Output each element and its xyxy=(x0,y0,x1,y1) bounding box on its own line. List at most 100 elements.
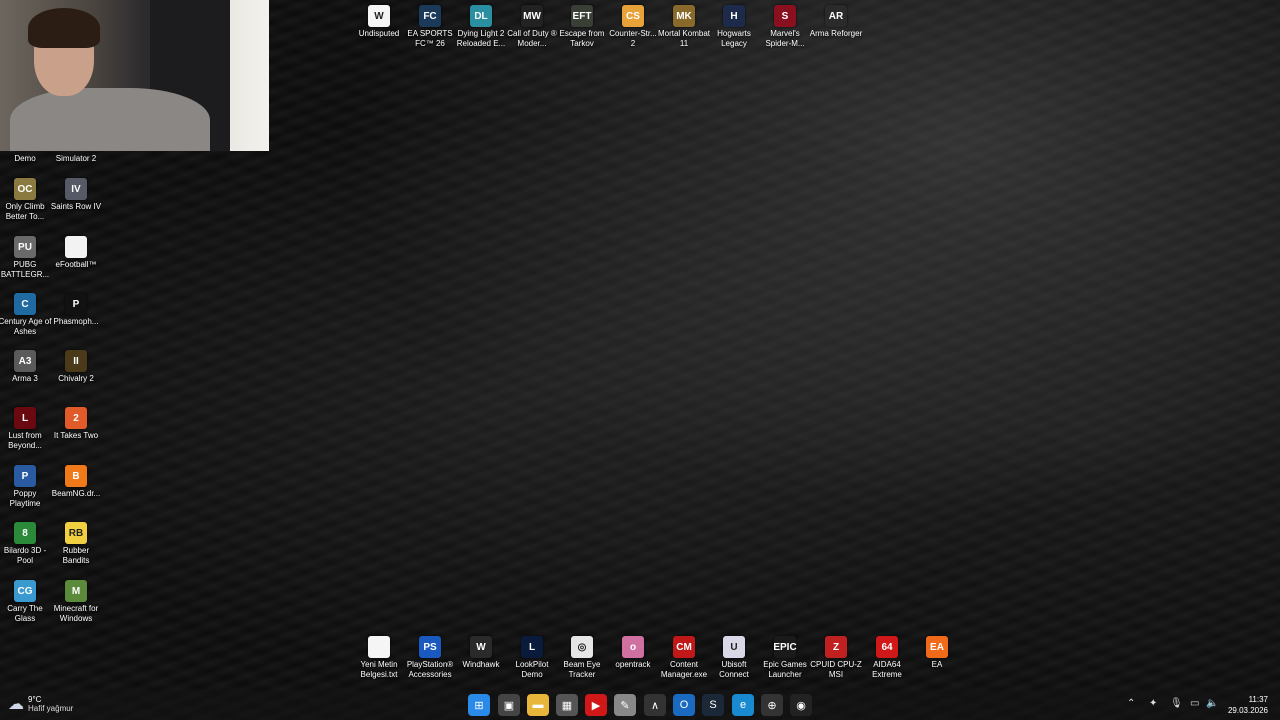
desktop-shortcut[interactable]: S Marvel's Spider-M... xyxy=(759,5,811,49)
steam-icon[interactable]: S xyxy=(702,694,724,716)
desktop-shortcut-label: Only Climb Better To... xyxy=(5,202,45,221)
desktop-shortcut-label: Simulator 2 xyxy=(55,154,97,163)
desktop-shortcut[interactable]: OC Only Climb Better To... xyxy=(0,178,51,222)
desktop-shortcut-label: EA xyxy=(931,660,943,669)
spider-man-icon: S xyxy=(774,5,796,27)
desktop-shortcut[interactable]: ◎ Beam Eye Tracker xyxy=(556,636,608,680)
desktop-shortcut[interactable]: P Phasmoph... xyxy=(50,293,102,327)
desktop-shortcut[interactable]: DL Dying Light 2 Reloaded E... xyxy=(455,5,507,49)
store-icon[interactable]: ▦ xyxy=(556,694,578,716)
ea-icon: EA xyxy=(926,636,948,658)
desktop-shortcut[interactable]: L LookPilot Demo xyxy=(506,636,558,680)
desktop-shortcut[interactable]: C Century Age of Ashes xyxy=(0,293,51,337)
webcam-overlay xyxy=(0,0,269,151)
desktop-shortcut[interactable]: 64 AIDA64 Extreme xyxy=(861,636,913,680)
clock-date: 29.03.2026 xyxy=(1227,706,1268,715)
desktop-shortcut-label: Chivalry 2 xyxy=(58,374,94,383)
edge-icon[interactable]: e xyxy=(732,694,754,716)
desktop-shortcut[interactable]: U Ubisoft Connect xyxy=(708,636,760,680)
desktop-shortcut[interactable]: AR Arma Reforger xyxy=(810,5,862,39)
desktop-shortcut-label: Demo xyxy=(14,154,36,163)
clock[interactable]: 11:37 29.03.2026 xyxy=(1228,694,1268,716)
desktop-shortcut-label: Marvel's Spider-M... xyxy=(765,29,805,48)
media-player-icon[interactable]: ▶ xyxy=(585,694,607,716)
desktop-shortcut-label: Hogwarts Legacy xyxy=(717,29,751,48)
hogwarts-icon: H xyxy=(723,5,745,27)
mortal-kombat-icon: MK xyxy=(673,5,695,27)
desktop-shortcut-label: Epic Games Launcher xyxy=(763,660,807,679)
arma3-icon: A3 xyxy=(14,350,36,372)
desktop-shortcut-label: Content Manager.exe xyxy=(660,660,708,679)
chivalry-icon: II xyxy=(65,350,87,372)
outlook-icon[interactable]: O xyxy=(673,694,695,716)
desktop-shortcut[interactable]: IV Saints Row IV xyxy=(50,178,102,212)
desktop-shortcut[interactable]: Demo xyxy=(0,152,51,164)
desktop-shortcut[interactable]: L Lust from Beyond... xyxy=(0,407,51,451)
desktop-shortcut[interactable]: B BeamNG.dr... xyxy=(50,465,102,499)
desktop-shortcut[interactable]: EA EA xyxy=(911,636,963,670)
desktop-shortcut[interactable]: MK Mortal Kombat 11 xyxy=(658,5,710,49)
desktop-shortcut[interactable]: MW Call of Duty ® Moder... xyxy=(506,5,558,49)
app-icon[interactable]: ⊕ xyxy=(761,694,783,716)
desktop-shortcut[interactable]: CM Content Manager.exe xyxy=(658,636,710,680)
desktop-shortcut-label: Beam Eye Tracker xyxy=(563,660,601,679)
desktop-shortcut[interactable]: Z CPUID CPU-Z MSI xyxy=(810,636,862,680)
desktop-shortcut[interactable]: Simulator 2 xyxy=(50,152,102,164)
beamng-icon: B xyxy=(65,465,87,487)
minecraft-icon: M xyxy=(65,580,87,602)
tray-app-icon[interactable]: ✦ xyxy=(1149,698,1157,709)
display-icon[interactable]: ▭ xyxy=(1190,698,1199,709)
desktop-shortcut-label: Minecraft for Windows xyxy=(53,604,99,623)
undisputed-icon: W xyxy=(368,5,390,27)
desktop-shortcut-label: Dying Light 2 Reloaded E... xyxy=(456,29,506,48)
desktop-shortcut[interactable]: EFT Escape from Tarkov xyxy=(556,5,608,49)
desktop-shortcut-label: opentrack xyxy=(615,660,651,669)
desktop-shortcut[interactable]: A3 Arma 3 xyxy=(0,350,51,384)
desktop-shortcut-label: Arma 3 xyxy=(12,374,38,383)
desktop-shortcut[interactable]: PU PUBG BATTLEGR... xyxy=(0,236,51,280)
dying-light-icon: DL xyxy=(470,5,492,27)
desktop-shortcut[interactable]: II Chivalry 2 xyxy=(50,350,102,384)
pubg-icon: PU xyxy=(14,236,36,258)
obs-icon[interactable]: ◉ xyxy=(790,694,812,716)
desktop-shortcut[interactable]: eFootball™ xyxy=(50,236,102,270)
desktop-shortcut[interactable]: W Windhawk xyxy=(455,636,507,670)
weather-widget[interactable]: ☁ 9°C Hafif yağmur xyxy=(8,694,73,714)
desktop-shortcut[interactable]: P Poppy Playtime xyxy=(0,465,51,509)
desktop-shortcut-label: Phasmoph... xyxy=(53,317,99,326)
desktop-shortcut-label: Saints Row IV xyxy=(50,202,102,211)
desktop-shortcut[interactable]: RB Rubber Bandits xyxy=(50,522,102,566)
desktop-shortcut[interactable]: CS Counter-Str... 2 xyxy=(607,5,659,49)
desktop-shortcut[interactable]: o opentrack xyxy=(607,636,659,670)
desktop-shortcut[interactable]: 8 Bilardo 3D - Pool xyxy=(0,522,51,566)
tarkov-icon: EFT xyxy=(571,5,593,27)
desktop-shortcut-label: Poppy Playtime xyxy=(9,489,41,508)
desktop-shortcut[interactable]: 2 It Takes Two xyxy=(50,407,102,441)
carry-glass-icon: CG xyxy=(14,580,36,602)
chevron-up-icon[interactable]: ⌃ xyxy=(1127,698,1135,709)
desktop-shortcut[interactable]: FC EA SPORTS FC™ 26 xyxy=(404,5,456,49)
efootball-icon xyxy=(65,236,87,258)
bilardo-icon: 8 xyxy=(14,522,36,544)
desktop-shortcut[interactable]: EPIC Epic Games Launcher xyxy=(759,636,811,680)
windhawk-icon: W xyxy=(470,636,492,658)
desktop-shortcut[interactable]: W Undisputed xyxy=(353,5,405,39)
arc-icon[interactable]: ∧ xyxy=(644,694,666,716)
ea-fc-icon: FC xyxy=(419,5,441,27)
desktop-shortcut-label: Escape from Tarkov xyxy=(559,29,605,48)
speaker-icon[interactable]: 🔈 xyxy=(1206,698,1218,709)
task-view-icon[interactable]: ▣ xyxy=(498,694,520,716)
file-explorer-icon[interactable]: ▬ xyxy=(527,694,549,716)
lust-icon: L xyxy=(14,407,36,429)
desktop-shortcut[interactable]: CG Carry The Glass xyxy=(0,580,51,624)
start-icon[interactable]: ⊞ xyxy=(468,694,490,716)
desktop-shortcut[interactable]: PS PlayStation® Accessories xyxy=(404,636,456,680)
desktop-shortcut-label: Arma Reforger xyxy=(809,29,863,38)
desktop-shortcut[interactable]: Yeni Metin Belgesi.txt xyxy=(353,636,405,680)
desktop-shortcut[interactable]: H Hogwarts Legacy xyxy=(708,5,760,49)
snipping-tool-icon[interactable]: ✎ xyxy=(614,694,636,716)
webcam-person-body xyxy=(10,88,210,151)
desktop-shortcut[interactable]: M Minecraft for Windows xyxy=(50,580,102,624)
microphone-icon[interactable]: 🎙 xyxy=(1170,698,1183,709)
desktop-shortcut-label: Century Age of Ashes xyxy=(0,317,52,336)
